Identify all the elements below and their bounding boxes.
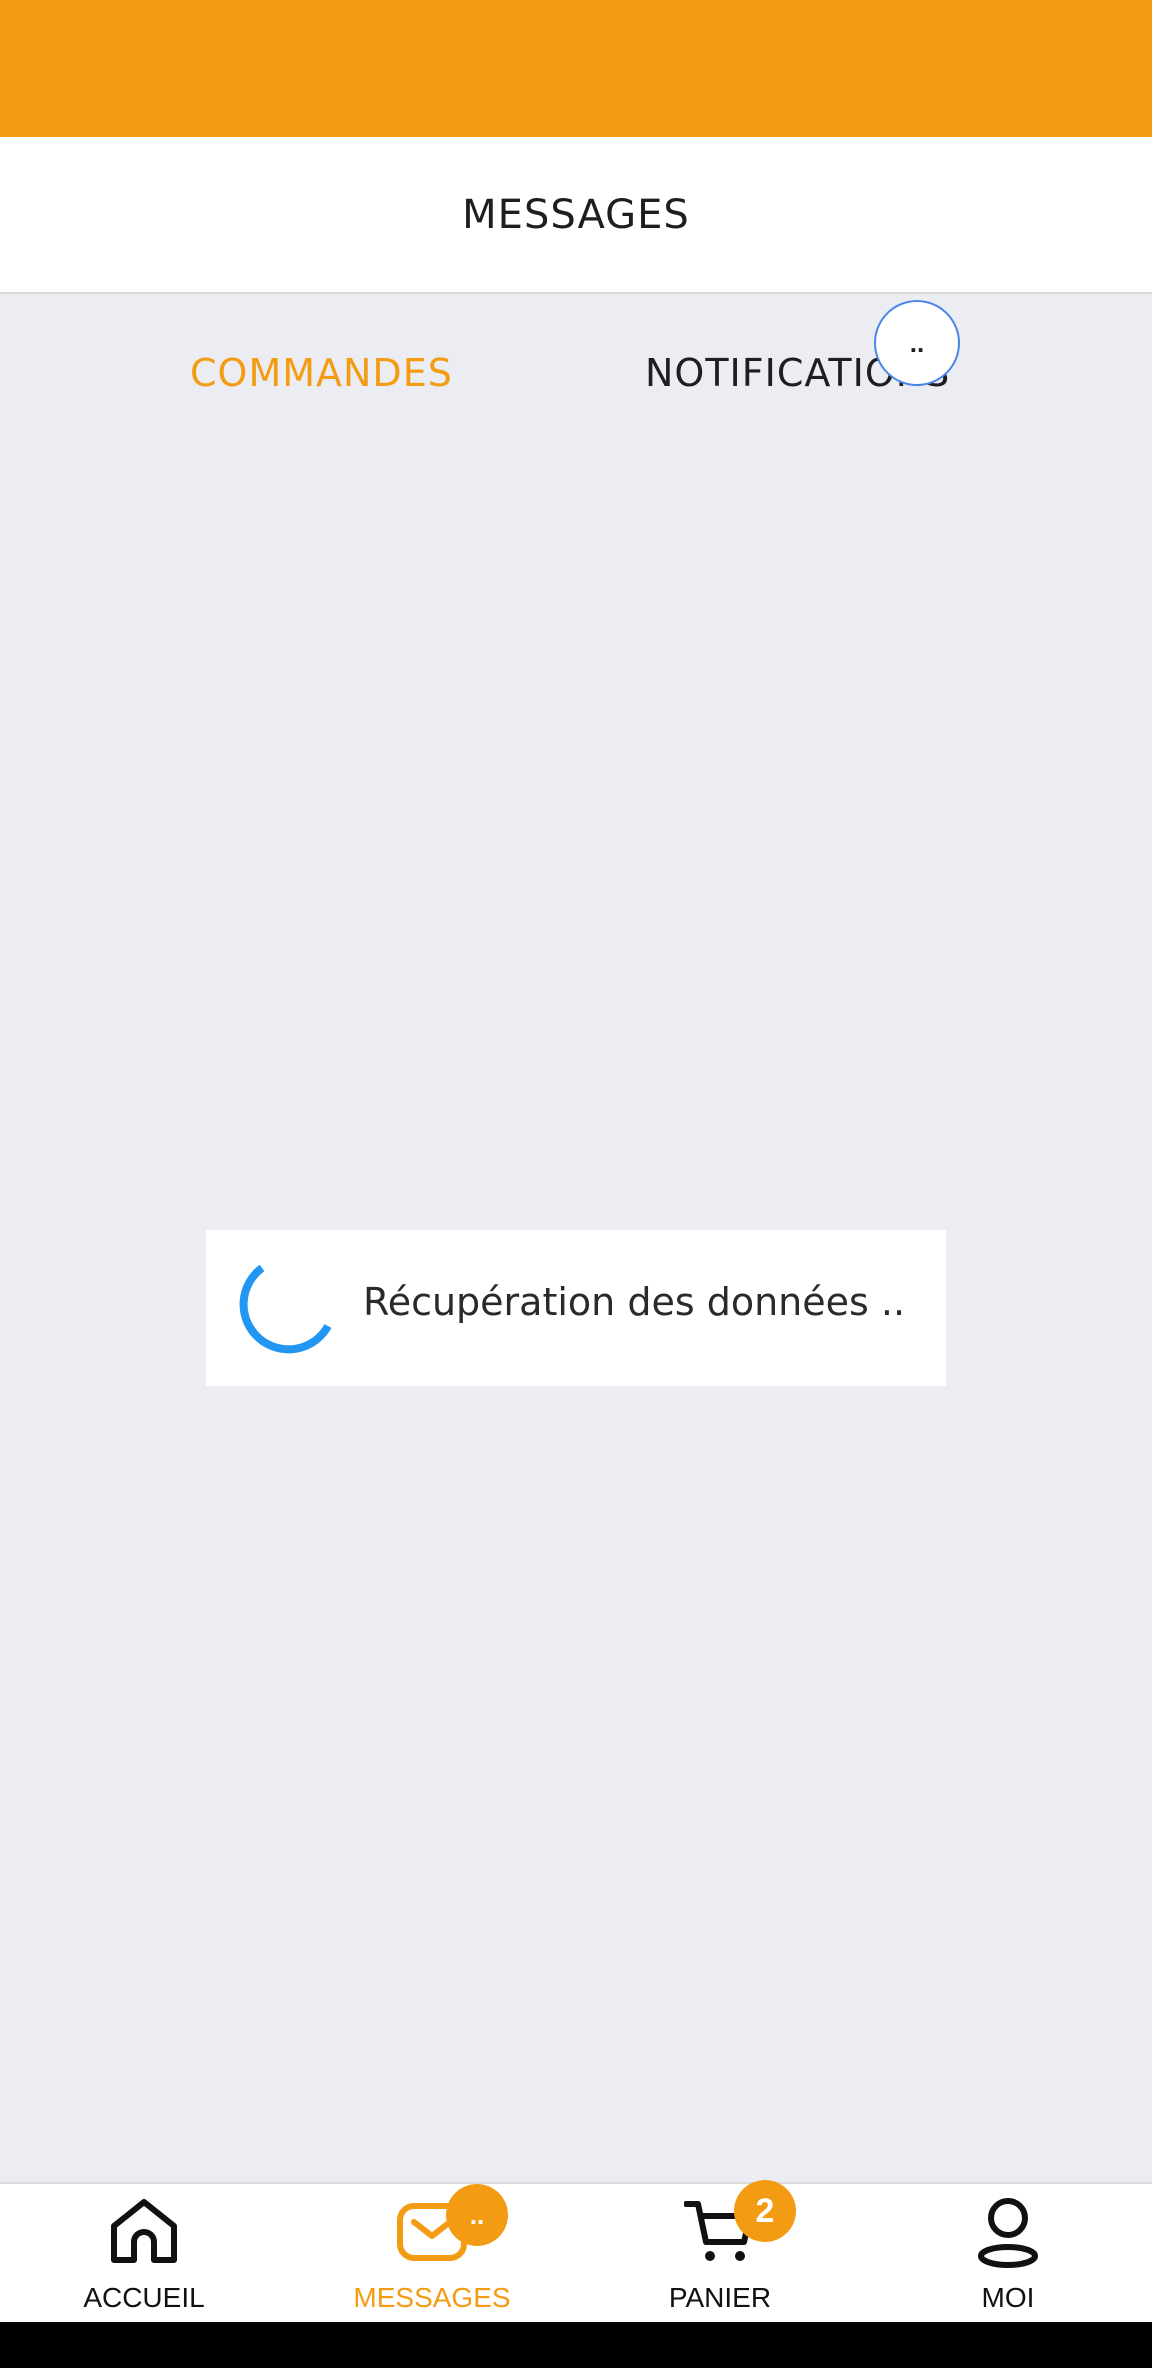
system-navigation-bar <box>0 2322 1152 2368</box>
tab-commandes[interactable]: COMMANDES <box>190 351 453 395</box>
loading-text: Récupération des données .. <box>363 1280 906 1324</box>
user-icon <box>978 2198 1038 2268</box>
loading-dialog: Récupération des données .. <box>206 1230 946 1386</box>
nav-item-accueil[interactable]: ACCUEIL <box>0 2184 288 2324</box>
bottom-nav: ACCUEIL .. MESSAGES 2 PANIER MOI <box>0 2180 1152 2324</box>
nav-item-panier[interactable]: 2 PANIER <box>576 2180 864 2324</box>
nav-label-moi: MOI <box>981 2282 1035 2313</box>
nav-label-accueil: ACCUEIL <box>83 2282 205 2313</box>
cart-badge: 2 <box>734 2180 796 2242</box>
home-icon <box>111 2199 177 2263</box>
messages-badge: .. <box>446 2184 508 2246</box>
notifications-badge: .. <box>874 300 960 386</box>
nav-item-messages[interactable]: .. MESSAGES <box>288 2184 576 2324</box>
nav-label-messages: MESSAGES <box>353 2282 511 2313</box>
status-bar <box>0 0 1152 137</box>
page-title: MESSAGES <box>462 191 690 238</box>
app-header: MESSAGES <box>0 137 1152 294</box>
nav-item-moi[interactable]: MOI <box>864 2184 1152 2324</box>
loading-spinner-icon <box>239 1264 332 1354</box>
nav-label-panier: PANIER <box>668 2282 772 2313</box>
tab-bar: COMMANDES NOTIFICATIONS <box>0 296 1152 456</box>
